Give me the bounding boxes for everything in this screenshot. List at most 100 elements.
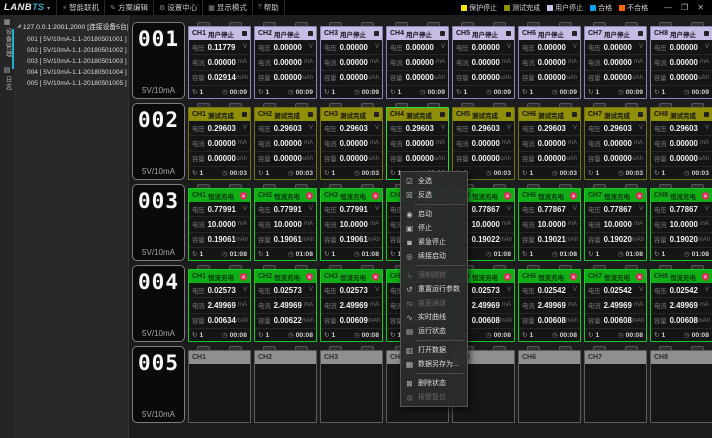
capacity-value: 0.00608 [472,316,500,325]
context-menu-item-open-data[interactable]: ▥打开数据 [401,343,467,357]
elapsed-time: 00:09 [692,89,709,96]
tree-device-item[interactable]: 005 [ 5V/10mA-1.1-20180501005 ] [17,78,128,89]
channel-status-icon [506,112,511,117]
channel-card[interactable]: CH7 测试完成 电压 0.29603 V 电流 0.00000 mA 容量 [584,107,647,180]
channel-card[interactable]: CH2 [254,350,317,423]
tree-device-item[interactable]: 002 [ 5V/10mA-1.1-20180501002 ] [17,45,128,56]
channel-card[interactable]: CH7 [584,350,647,423]
channel-card[interactable]: CH6 测试完成 电压 0.29603 V 电流 0.00000 mA 容量 [518,107,581,180]
capacity-unit: uAh [434,75,445,81]
device-number-display[interactable]: 003 5V/10mA [132,184,185,261]
channel-slot: CH8 [650,346,712,423]
current-value: 2.49969 [670,301,698,310]
channel-status: 恒流充电 [274,191,304,201]
capacity-unit: mAh [236,237,248,243]
app-logo[interactable]: LANBTS ▾ [4,2,50,13]
tree-root-node[interactable]: ◢ 127.0.0.1:2001,2000 [连接设备5台] [17,21,128,31]
clock-icon: ◷ [684,331,690,339]
capacity-unit: mAh [632,237,644,243]
channel-footer: ↻1 ◷00:08 [651,329,712,341]
elapsed-time: 01:08 [494,251,511,258]
menu-item-2[interactable]: ⚙设置中心 [153,0,202,15]
capacity-value: 0.19020 [604,235,632,244]
context-menu-item-realtime-curve[interactable]: ∿实时曲线 [401,310,467,324]
channel-name: CH6 [522,354,536,361]
channel-card[interactable]: CH5 用户停止 电压 0.00000 V 电流 0.00000 mA 容量 [452,26,515,99]
channel-card[interactable]: CH8 恒流充电 电压 0.02542 V 电流 2.49969 mA 容量 [650,269,712,342]
context-menu-item-stop[interactable]: ▣停止 [401,221,467,235]
channel-card[interactable]: CH7 恒流充电 电压 0.77867 V 电流 10.0000 mA 容量 [584,188,647,261]
channel-header: CH1 测试完成 [189,108,250,121]
context-menu-item-start[interactable]: ◉启动 [401,207,467,221]
channel-card[interactable]: CH1 测试完成 电压 0.29603 V 电流 0.00000 mA 容量 [188,107,251,180]
context-menu-item-delete-status[interactable]: ⊠删除状态 [401,376,467,390]
channel-footer: ↻1 ◷01:08 [519,248,580,260]
channel-card[interactable]: CH6 恒流充电 电压 0.77867 V 电流 10.0000 mA 容量 [518,188,581,261]
menu-item-3[interactable]: ▦显示模式 [202,0,252,15]
context-menu-item-invert-selection[interactable]: ☒反选 [401,188,467,202]
channel-card[interactable]: CH6 [518,350,581,423]
tree-device-item[interactable]: 003 [ 5V/10mA-1.1-20180501003 ] [17,56,128,67]
current-unit: mA [568,302,577,308]
device-number-display[interactable]: 002 5V/10mA [132,103,185,180]
context-menu-item-run-status[interactable]: ▤运行状态 [401,324,467,338]
elapsed-time: 00:08 [362,332,379,339]
context-menu-item-resume-start[interactable]: ◎续接启动 [401,249,467,263]
channel-card[interactable]: CH6 用户停止 电压 0.00000 V 电流 0.00000 mA 容量 [518,26,581,99]
context-menu-item-emergency-stop[interactable]: ◙紧急停止 [401,235,467,249]
channel-card[interactable]: CH3 [320,350,383,423]
channel-card[interactable]: CH8 [650,350,712,423]
current-value: 10.0000 [538,220,566,229]
channel-card[interactable]: CH3 用户停止 电压 0.00000 V 电流 0.00000 mA 容量 [320,26,383,99]
channel-card[interactable]: CH8 测试完成 电压 0.29603 V 电流 0.00000 mA 容量 [650,107,712,180]
channel-card[interactable]: CH7 恒流充电 电压 0.02542 V 电流 2.49969 mA 容量 [584,269,647,342]
close-button[interactable]: ✕ [697,4,704,12]
channel-card[interactable]: CH3 测试完成 电压 0.29603 V 电流 0.00000 mA 容量 [320,107,383,180]
current-unit: mA [568,59,577,65]
channel-card[interactable]: CH1 [188,350,251,423]
channel-values: 电压 0.29603 V 电流 0.00000 mA 容量 0.00000 uA… [255,121,316,167]
channel-card[interactable]: CH2 恒流充电 电压 0.77991 V 电流 10.0000 mA 容量 [254,188,317,261]
device-number-display[interactable]: 001 5V/10mA [132,22,185,99]
voltage-label: 电压 [588,205,601,214]
capacity-label: 容量 [390,154,403,163]
capacity-value: 0.19021 [538,235,566,244]
tree-device-item[interactable]: 001 [ 5V/10mA-1.1-20180501001 ] [17,34,128,45]
channel-card[interactable]: CH2 测试完成 电压 0.29603 V 电流 0.00000 mA 容量 [254,107,317,180]
capacity-unit: mAh [698,237,710,243]
side-tab-0[interactable]: ▦设备管理 [0,15,14,63]
channel-card[interactable]: CH8 恒流充电 电压 0.77867 V 电流 10.0000 mA 容量 [650,188,712,261]
channel-card[interactable]: CH5 测试完成 电压 0.29603 V 电流 0.00000 mA 容量 [452,107,515,180]
channel-card[interactable]: CH4 测试完成 电压 0.29603 V 电流 0.00000 mA 容量 [386,107,449,180]
cycle-icon: ↻ [192,169,197,177]
channel-card[interactable]: CH4 用户停止 电压 0.00000 V 电流 0.00000 mA 容量 [386,26,449,99]
channel-card[interactable]: CH3 恒流充电 电压 0.77991 V 电流 10.0000 mA 容量 [320,188,383,261]
channel-card[interactable]: CH2 恒流充电 电压 0.02573 V 电流 2.49969 mA 容量 [254,269,317,342]
channel-status: 恒流充电 [472,272,502,282]
minimize-button[interactable]: — [664,4,672,12]
tree-device-item[interactable]: 004 [ 5V/10mA-1.1-20180501004 ] [17,67,128,78]
legend-label: 合格 [598,3,612,13]
elapsed-time: 01:08 [626,251,643,258]
device-number-display[interactable]: 005 5V/10mA [132,346,185,423]
restore-button[interactable]: ❐ [681,4,688,12]
channel-card[interactable]: CH1 用户停止 电压 0.11779 V 电流 0.00000 mA 容量 [188,26,251,99]
channel-name: CH8 [654,354,668,361]
menu-item-4[interactable]: ?帮助 [252,0,285,15]
context-menu-item-save-data-as[interactable]: ▦数据另存为... [401,357,467,371]
channel-card[interactable]: CH6 恒流充电 电压 0.02542 V 电流 2.49969 mA 容量 [518,269,581,342]
channel-card[interactable]: CH7 用户停止 电压 0.00000 V 电流 0.00000 mA 容量 [584,26,647,99]
channel-card[interactable]: CH1 恒流充电 电压 0.02573 V 电流 2.49969 mA 容量 [188,269,251,342]
channel-card[interactable]: CH1 恒流充电 电压 0.77991 V 电流 10.0000 mA 容量 [188,188,251,261]
context-menu-item-reset-run-params[interactable]: ↺重置运行参数 [401,282,467,296]
capacity-label: 容量 [324,316,337,325]
channel-card[interactable]: CH3 恒流充电 电压 0.02573 V 电流 2.49969 mA 容量 [320,269,383,342]
device-number-display[interactable]: 004 5V/10mA [132,265,185,342]
side-tab-1[interactable]: ▤日志 [0,63,14,96]
context-menu-item-select-all[interactable]: ☑全选 [401,174,467,188]
channel-card[interactable]: CH2 用户停止 电压 0.00000 V 电流 0.00000 mA 容量 [254,26,317,99]
device-row: 001 5V/10mA CH1 用户停止 电压 0.11779 V [132,22,712,99]
channel-card[interactable]: CH8 用户停止 电压 0.00000 V 电流 0.00000 mA 容量 [650,26,712,99]
menu-item-0[interactable]: ⚡智能联机 [56,0,104,15]
menu-item-1[interactable]: ✎方案编辑 [104,0,153,15]
